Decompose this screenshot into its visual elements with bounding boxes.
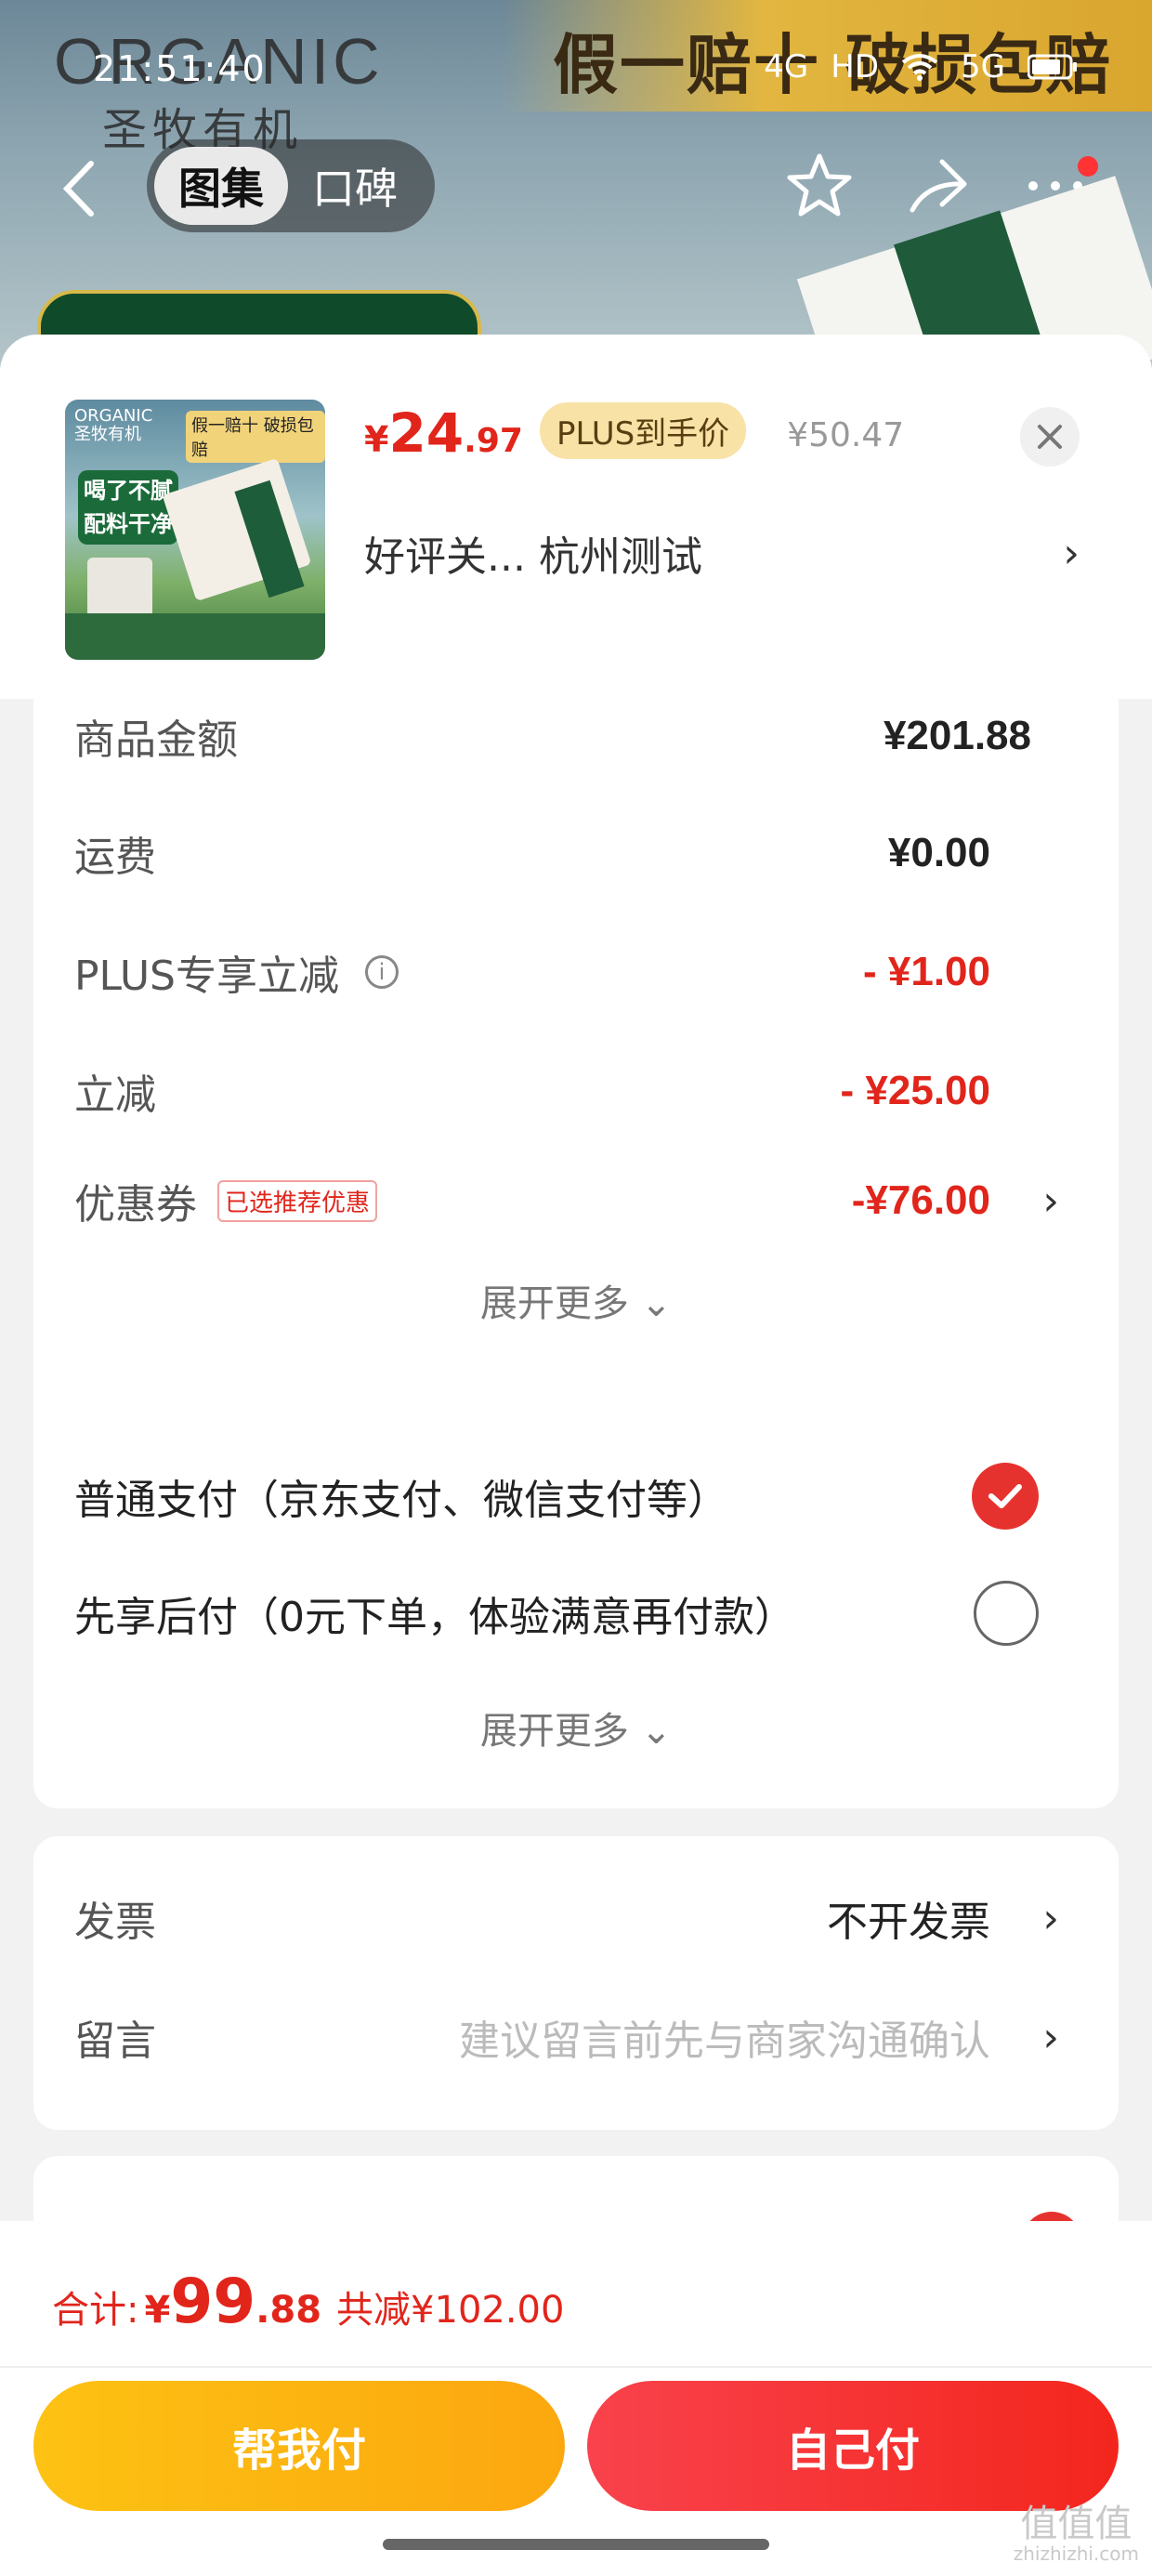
expand-more-payments[interactable]: 展开更多 ⌄ — [33, 1701, 1119, 1755]
payment-option-standard[interactable]: 普通支付（京东支付、微信支付等） — [74, 1459, 1078, 1533]
shipping-value: ¥0.00 — [887, 830, 990, 875]
goods-amount-label: 商品金额 — [74, 716, 238, 764]
instant-discount-value: - ¥25.00 — [840, 1068, 990, 1113]
plus-discount-label: PLUS专享立减 — [74, 953, 339, 1000]
chevron-right-icon: › — [1063, 530, 1080, 577]
status-indicators: 4G HD 5G — [764, 48, 1078, 85]
pay-myself-button[interactable]: 自己付 — [587, 2381, 1119, 2511]
shipping-row: 运费 ¥0.00 — [74, 816, 1078, 890]
message-row[interactable]: 留言 建议留言前先与商家沟通确认 › — [74, 2000, 1078, 2074]
watermark: 值值值 zhizhizhi.com — [1014, 2505, 1139, 2565]
status-time: 21:51:40 — [93, 48, 267, 89]
total-symbol: ¥ — [144, 2289, 171, 2332]
footer-divider — [0, 2366, 1152, 2368]
plus-discount-value: - ¥1.00 — [863, 949, 990, 994]
thumbnail-brand: ORGANIC 圣牧有机 — [74, 406, 153, 444]
wifi-icon — [901, 54, 938, 81]
chevron-right-icon: › — [1042, 2013, 1059, 2061]
total-decimal: .88 — [255, 2289, 322, 2332]
total-label: 合计: — [52, 2289, 139, 2332]
instant-discount-label: 立减 — [74, 1071, 156, 1119]
tab-gallery[interactable]: 图集 — [154, 147, 288, 225]
payment-option-later[interactable]: 先享后付（0元下单，体验满意再付款） — [74, 1576, 1078, 1650]
chevron-right-icon: › — [1042, 1894, 1059, 1942]
close-button[interactable] — [1020, 407, 1080, 467]
expand-more-amounts[interactable]: 展开更多 ⌄ — [33, 1273, 1119, 1327]
extra-card: 发票 不开发票 › 留言 建议留言前先与商家沟通确认 › — [33, 1836, 1119, 2130]
payment-option-later-label: 先享后付（0元下单，体验满意再付款） — [74, 1594, 795, 1641]
price-integer: 24 — [388, 401, 465, 465]
close-icon — [1038, 425, 1062, 449]
coupon-row[interactable]: 优惠券 已选推荐优惠 -¥76.00 › — [74, 1163, 1078, 1238]
total-integer: 99 — [170, 2266, 256, 2337]
product-page-background: ORGANIC 圣牧有机 假一赔十 破损包赔 21:51:40 4G HD 5G… — [0, 0, 1152, 390]
expand-more-label: 展开更多 — [479, 1282, 629, 1325]
plus-discount-row: PLUS专享立减 i - ¥1.00 — [74, 935, 1078, 1009]
goods-amount-row: 商品金额 ¥201.88 — [74, 699, 1078, 773]
instant-discount-row: 立减 - ¥25.00 — [74, 1054, 1078, 1128]
media-tab-switcher: 图集 口碑 — [147, 139, 435, 232]
price-symbol: ¥ — [364, 419, 389, 460]
coupon-label: 优惠券 — [74, 1181, 197, 1229]
payment-card: 普通支付（京东支付、微信支付等） 先享后付（0元下单，体验满意再付款） 展开更多… — [33, 1413, 1119, 1808]
coupon-badge: 已选推荐优惠 — [217, 1179, 378, 1222]
invoice-value: 不开发票 — [827, 1899, 990, 1946]
original-price: ¥50.47 — [787, 416, 905, 454]
chevron-right-icon: › — [1042, 1176, 1059, 1225]
spec-selector[interactable]: 好评关... 杭州测试 › — [364, 520, 1089, 585]
invoice-row[interactable]: 发票 不开发票 › — [74, 1881, 1078, 1955]
favorite-star-icon[interactable] — [782, 149, 857, 223]
thumbnail-grass — [65, 613, 325, 660]
radio-unselected-icon[interactable] — [974, 1581, 1039, 1646]
total-saved: 共减¥102.00 — [336, 2289, 565, 2332]
chevron-down-icon: ⌄ — [640, 1282, 673, 1325]
checkmark-selected-icon[interactable] — [972, 1463, 1039, 1530]
watermark-url: zhizhizhi.com — [1013, 2543, 1139, 2565]
tab-reviews[interactable]: 口碑 — [288, 147, 422, 225]
shipping-label: 运费 — [74, 834, 156, 881]
notification-dot — [1078, 156, 1098, 177]
invoice-label: 发票 — [74, 1899, 156, 1946]
share-icon[interactable] — [899, 149, 974, 223]
checkout-footer: 合计: ¥ 99 .88 共减¥102.00 帮我付 自己付 值值值 zhizh… — [0, 2221, 1152, 2576]
chevron-down-icon: ⌄ — [640, 1710, 673, 1753]
help-me-pay-button[interactable]: 帮我付 — [33, 2381, 565, 2511]
price-decimal: .97 — [464, 422, 523, 460]
battery-icon — [1028, 54, 1077, 80]
expand-more-label: 展开更多 — [479, 1710, 629, 1753]
network-hd: HD — [831, 48, 880, 85]
coupon-value: -¥76.00 — [851, 1177, 990, 1223]
network-5g: 5G — [961, 48, 1005, 85]
message-label: 留言 — [74, 2017, 156, 2065]
watermark-text: 值值值 — [1020, 2503, 1132, 2545]
thumbnail-slogan: 假一赔十 破损包赔 — [186, 411, 325, 463]
info-icon[interactable]: i — [365, 955, 399, 989]
back-arrow-icon[interactable] — [56, 156, 102, 221]
plus-price-badge: PLUS到手价 — [539, 402, 747, 459]
price-line: ¥ 24 .97 PLUS到手价 ¥50.47 — [364, 401, 904, 467]
home-indicator[interactable] — [383, 2539, 769, 2550]
product-thumbnail[interactable]: ORGANIC 圣牧有机 假一赔十 破损包赔 喝了不腻 配料干净 — [65, 400, 325, 660]
payment-option-standard-label: 普通支付（京东支付、微信支付等） — [74, 1477, 728, 1524]
product-summary: ORGANIC 圣牧有机 假一赔十 破损包赔 喝了不腻 配料干净 ¥ 24 .9… — [0, 335, 1152, 699]
total-line: 合计: ¥ 99 .88 共减¥102.00 — [52, 2266, 564, 2337]
spec-text: 好评关... 杭州测试 — [364, 533, 702, 581]
thumbnail-headline: 喝了不腻 配料干净 — [78, 470, 178, 545]
network-4g: 4G — [764, 48, 809, 85]
message-placeholder[interactable]: 建议留言前先与商家沟通确认 — [459, 2007, 990, 2067]
goods-amount-value: ¥201.88 — [883, 713, 1031, 758]
